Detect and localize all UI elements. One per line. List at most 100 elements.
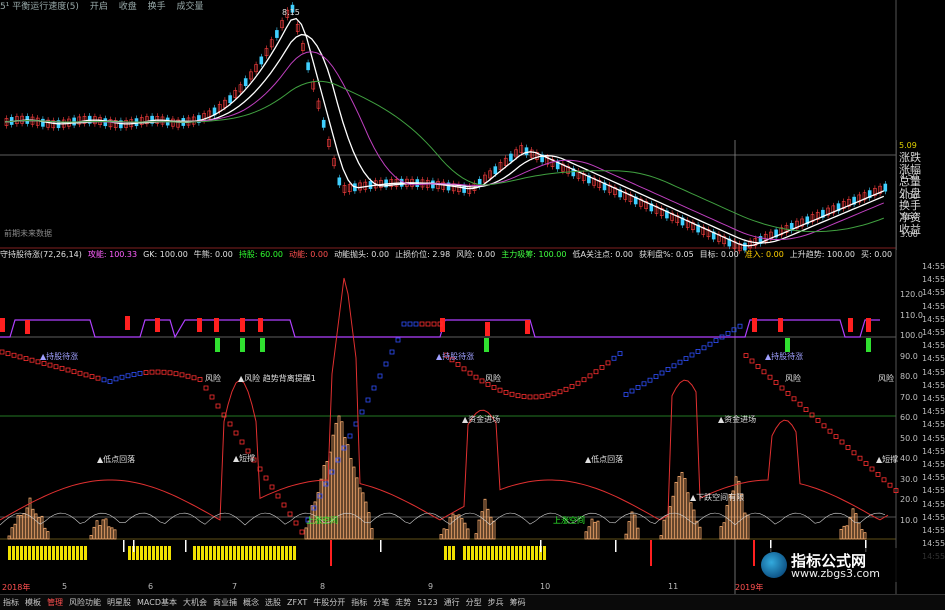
signal-tick — [133, 540, 135, 552]
tab-8[interactable]: 概念 — [243, 598, 259, 607]
title-item: 收盘 — [119, 2, 137, 12]
signal-block — [28, 546, 31, 560]
volume-bar — [591, 519, 593, 539]
axis-label: 40.0 — [900, 454, 918, 463]
signal-block — [531, 546, 534, 560]
stair-marker — [828, 429, 832, 433]
stair-marker — [276, 494, 280, 498]
watermark: 指标公式网 www.zbgs3.com — [755, 548, 945, 582]
tab-0[interactable]: 指标 — [3, 598, 19, 607]
stair-marker — [504, 390, 508, 394]
red-marker — [866, 318, 871, 332]
tab-6[interactable]: 大机会 — [183, 598, 207, 607]
stair-marker — [180, 373, 184, 377]
volume-bar — [723, 523, 725, 539]
stair-marker — [678, 360, 682, 364]
volume-bar — [365, 502, 367, 539]
volume-bar — [678, 476, 680, 539]
oscillator-line — [0, 278, 888, 520]
volume-bar — [720, 527, 722, 539]
stair-marker — [6, 352, 10, 356]
stair-marker — [780, 386, 784, 390]
volume-bar — [44, 528, 46, 539]
volume-bar — [478, 520, 480, 539]
axis-label: 20.0 — [900, 495, 918, 504]
signal-block — [156, 546, 159, 560]
stair-marker — [570, 384, 574, 388]
signal-block — [452, 546, 455, 560]
red-marker — [197, 318, 202, 332]
tab-17[interactable]: 分型 — [466, 598, 482, 607]
tab-2[interactable]: 管理 — [47, 598, 63, 607]
stair-marker — [576, 381, 580, 385]
tab-18[interactable]: 步兵 — [488, 598, 504, 607]
stair-marker — [174, 372, 178, 376]
tab-14[interactable]: 走势 — [395, 598, 411, 607]
volume-bar — [481, 512, 483, 539]
stair-marker — [630, 389, 634, 393]
signal-block — [519, 546, 522, 560]
tab-5[interactable]: MACD基本 — [137, 598, 177, 607]
signal-block — [241, 546, 244, 560]
tab-13[interactable]: 分笔 — [373, 598, 389, 607]
tab-15[interactable]: 5123 — [417, 598, 437, 607]
tab-9[interactable]: 选股 — [265, 598, 281, 607]
signal-block — [261, 546, 264, 560]
signal-block — [80, 546, 83, 560]
stair-marker — [102, 378, 106, 382]
signal-block — [36, 546, 39, 560]
tab-3[interactable]: 风险功能 — [69, 598, 101, 607]
candle-body — [41, 119, 44, 126]
stair-marker — [474, 375, 478, 379]
signal-block — [48, 546, 51, 560]
stair-marker — [348, 434, 352, 438]
signal-block — [20, 546, 23, 560]
signal-block — [84, 546, 87, 560]
date-label: 10 — [540, 582, 550, 591]
time-tick: 14:55 — [922, 341, 945, 350]
tab-10[interactable]: ZFXT — [287, 598, 307, 607]
volume-bar — [446, 530, 448, 539]
signal-block — [273, 546, 276, 560]
volume-bar — [461, 519, 463, 539]
stair-marker — [12, 353, 16, 357]
stair-marker — [198, 377, 202, 381]
signal-label: ▲低点回落 — [97, 454, 135, 465]
indicator-value: 低A关注点: 0.00 — [572, 250, 633, 259]
stair-marker — [660, 371, 664, 375]
tab-4[interactable]: 明星股 — [107, 598, 131, 607]
stair-marker — [606, 361, 610, 365]
tab-1[interactable]: 模板 — [25, 598, 41, 607]
stair-marker — [126, 374, 130, 378]
signal-block — [40, 546, 43, 560]
signal-block — [197, 546, 200, 560]
stair-marker — [786, 391, 790, 395]
volume-bar — [338, 416, 340, 539]
price-scale-label: 3.50 — [900, 212, 918, 221]
stair-marker — [462, 367, 466, 371]
volume-bar — [440, 534, 442, 539]
volume-bar — [672, 496, 674, 539]
stair-marker — [408, 322, 412, 326]
tab-19[interactable]: 筹码 — [510, 598, 526, 607]
volume-bar — [849, 517, 851, 539]
indicator-value: 守持股待涨(72,26,14) — [0, 250, 82, 259]
volume-bar — [681, 472, 683, 539]
stair-marker — [600, 365, 604, 369]
green-marker — [866, 338, 871, 352]
stair-marker — [264, 476, 268, 480]
signal-block — [144, 546, 147, 560]
stair-marker — [804, 408, 808, 412]
stair-marker — [768, 375, 772, 379]
volume-bar — [747, 515, 749, 539]
tab-11[interactable]: 牛股分开 — [313, 598, 345, 607]
tab-16[interactable]: 通行 — [444, 598, 460, 607]
volume-bar — [597, 521, 599, 539]
tab-7[interactable]: 商业捕 — [213, 598, 237, 607]
signal-block — [463, 546, 466, 560]
title-item: 换手 — [148, 2, 166, 12]
stair-marker — [636, 385, 640, 389]
tab-12[interactable]: 指标 — [351, 598, 367, 607]
axis-label: 50.0 — [900, 434, 918, 443]
high-price-label: 8.15 — [282, 8, 300, 17]
